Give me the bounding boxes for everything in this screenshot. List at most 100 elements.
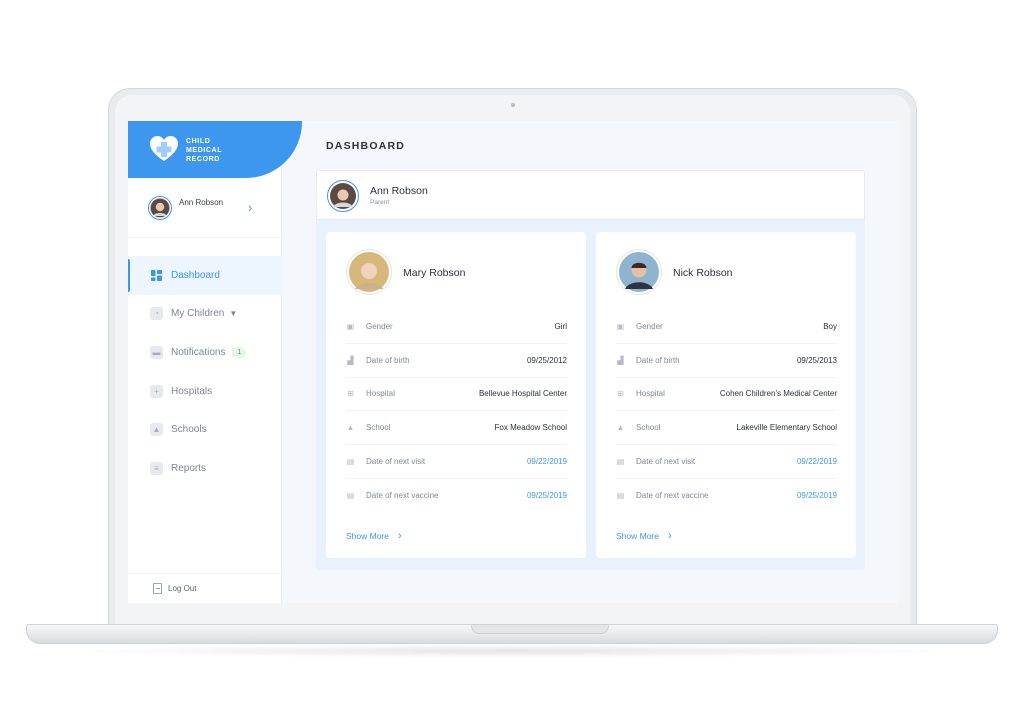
- detail-label: School: [366, 423, 391, 433]
- avatar: [616, 249, 662, 295]
- children-icon: ◔: [150, 307, 163, 321]
- calendar-icon: ▤: [346, 491, 355, 501]
- detail-label: Date of next visit: [366, 457, 426, 467]
- nav-label-schools: Schools: [171, 424, 207, 436]
- nav-label-dashboard: Dashboard: [171, 269, 220, 281]
- app-screen: CHILD MEDICAL RECORD Ann Robson › Dashbo…: [128, 121, 898, 603]
- parent-role: Parent: [370, 199, 390, 206]
- child-details: ▣ Gender Boy ▟ Date of birth 09/25/2013 …: [616, 310, 837, 513]
- detail-row-next-vaccine: ▤ Date of next vaccine 09/25/2019: [616, 479, 837, 513]
- child-name: Nick Robson: [673, 267, 733, 279]
- logo-icon: [150, 136, 178, 161]
- reports-icon: ≡: [150, 461, 163, 475]
- detail-label: Gender: [366, 321, 393, 331]
- gender-icon: ▣: [616, 321, 625, 331]
- chevron-right-icon: ›: [668, 530, 672, 542]
- detail-value: Boy: [823, 321, 837, 331]
- calendar-icon: ▤: [616, 457, 625, 467]
- detail-row-school: ▲ School Lakeville Elementary School: [616, 411, 838, 446]
- show-more-link[interactable]: Show More ›: [616, 530, 672, 542]
- logout-label: Log Out: [168, 584, 197, 593]
- detail-value: 09/22/2019: [796, 457, 837, 467]
- school-icon: ▲: [150, 423, 163, 437]
- profile-switcher[interactable]: Ann Robson ›: [128, 178, 282, 238]
- nav-label-notifications: Notifications: [171, 346, 226, 358]
- main-nav: Dashboard ◔ My Children ▼ ▬ Notification…: [128, 256, 282, 488]
- detail-value: 09/25/2019: [526, 491, 567, 501]
- detail-value: 09/25/2013: [796, 355, 837, 365]
- detail-label: Hospital: [636, 389, 665, 399]
- nav-item-hospitals[interactable]: + Hospitals: [128, 372, 282, 411]
- parent-name: Ann Robson: [370, 185, 428, 197]
- detail-label: Hospital: [366, 389, 395, 399]
- nav-item-schools[interactable]: ▲ Schools: [128, 410, 282, 449]
- brand-name: CHILD MEDICAL RECORD: [186, 137, 246, 164]
- hospital-icon: ⊞: [347, 389, 354, 399]
- children-panel: Mary Robson ▣ Gender Girl ▟ Date of birt…: [316, 220, 865, 570]
- brand-line-3: RECORD: [186, 156, 220, 163]
- detail-row-gender: ▣ Gender Girl: [346, 310, 567, 344]
- detail-value: Girl: [554, 321, 567, 331]
- chevron-right-icon: ›: [398, 530, 402, 542]
- detail-row-school: ▲ School Fox Meadow School: [346, 411, 567, 446]
- laptop-notch: [471, 625, 609, 634]
- hospital-icon: +: [150, 384, 163, 398]
- child-name: Mary Robson: [403, 267, 466, 279]
- nav-item-my-children[interactable]: ◔ My Children ▼: [128, 295, 282, 334]
- profile-name: Ann Robson: [179, 198, 224, 207]
- avatar: [327, 180, 359, 212]
- detail-value: 09/25/2019: [796, 491, 837, 501]
- notifications-icon: ▬: [150, 345, 163, 359]
- detail-value: Fox Meadow School: [494, 423, 567, 433]
- detail-row-hospital: ⊞ Hospital Cohen Children's Medical Cent…: [616, 378, 837, 412]
- camera-icon: [511, 103, 515, 107]
- school-icon: ▲: [616, 423, 625, 433]
- cake-icon: ▟: [347, 355, 354, 365]
- gender-icon: ▣: [346, 321, 355, 331]
- detail-value: 09/22/2019: [526, 457, 567, 467]
- show-more-label: Show More: [346, 531, 389, 541]
- detail-label: Gender: [636, 321, 663, 331]
- chevron-down-icon: ▼: [229, 309, 238, 319]
- laptop-base: [26, 624, 998, 644]
- child-card-nick: Nick Robson ▣ Gender Boy ▟ Date of birth…: [596, 232, 856, 558]
- detail-label: Date of next vaccine: [366, 491, 439, 501]
- calendar-icon: ▤: [616, 491, 625, 501]
- cake-icon: ▟: [617, 355, 624, 365]
- parent-header: Ann Robson Parent: [316, 170, 865, 220]
- child-details: ▣ Gender Girl ▟ Date of birth 09/25/2012…: [346, 310, 567, 513]
- nav-item-reports[interactable]: ≡ Reports: [128, 449, 282, 488]
- chevron-right-icon: ›: [248, 200, 253, 215]
- dashboard-icon: [150, 269, 163, 282]
- detail-row-birth: ▟ Date of birth 09/25/2013: [616, 344, 837, 378]
- page-title: DASHBOARD: [326, 140, 406, 152]
- detail-row-gender: ▣ Gender Boy: [616, 310, 837, 344]
- logout-button[interactable]: Log Out: [128, 573, 282, 603]
- detail-row-birth: ▟ Date of birth 09/25/2012: [346, 344, 567, 378]
- child-card-mary: Mary Robson ▣ Gender Girl ▟ Date of birt…: [326, 232, 586, 558]
- brand-header: CHILD MEDICAL RECORD: [128, 121, 302, 178]
- detail-label: Date of next visit: [636, 457, 696, 467]
- detail-row-next-visit: ▤ Date of next visit 09/22/2019: [346, 445, 567, 479]
- detail-row-next-vaccine: ▤ Date of next vaccine 09/25/2019: [346, 479, 567, 513]
- detail-row-hospital: ⊞ Hospital Bellevue Hospital Center: [346, 378, 567, 412]
- brand-line-2: MEDICAL: [186, 147, 223, 154]
- nav-item-dashboard[interactable]: Dashboard: [128, 256, 282, 295]
- hospital-icon: ⊞: [617, 389, 624, 399]
- avatar: [346, 249, 392, 295]
- show-more-link[interactable]: Show More ›: [346, 530, 402, 542]
- nav-item-notifications[interactable]: ▬ Notifications 1: [128, 333, 282, 372]
- nav-label-my-children: My Children: [171, 308, 225, 320]
- avatar: [148, 196, 172, 220]
- detail-value: Lakeville Elementary School: [736, 423, 838, 433]
- detail-row-next-visit: ▤ Date of next visit 09/22/2019: [616, 445, 837, 479]
- sidebar: CHILD MEDICAL RECORD Ann Robson › Dashbo…: [128, 121, 302, 603]
- laptop-shadow: [60, 644, 964, 658]
- detail-label: School: [636, 423, 661, 433]
- nav-label-reports: Reports: [171, 462, 207, 474]
- detail-label: Date of birth: [636, 355, 680, 365]
- notification-count-badge: 1: [232, 346, 247, 358]
- detail-value: 09/25/2012: [526, 355, 567, 365]
- logout-icon: [153, 583, 162, 594]
- detail-label: Date of next vaccine: [636, 491, 709, 501]
